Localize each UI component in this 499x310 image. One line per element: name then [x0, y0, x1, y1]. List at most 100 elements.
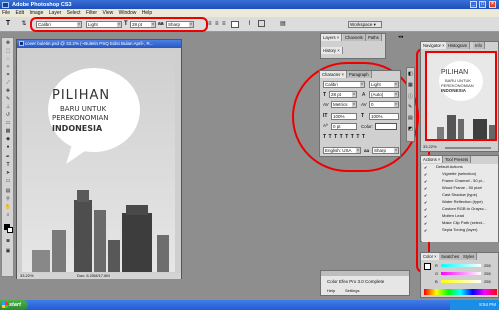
- marquee-tool-icon[interactable]: ⬚: [4, 48, 12, 55]
- brushes-dock-icon[interactable]: ✎: [408, 104, 412, 110]
- tab-paragraph[interactable]: Paragraph: [347, 71, 372, 78]
- pen-tool-icon[interactable]: ✒: [4, 154, 12, 161]
- history-brush-tool-icon[interactable]: ↺: [4, 112, 12, 119]
- color-efex-settings[interactable]: Settings: [345, 288, 359, 293]
- tab-paths[interactable]: Paths: [366, 34, 382, 41]
- type-tool-icon[interactable]: T: [4, 162, 12, 169]
- char-tracking-select[interactable]: 0 ▾: [369, 101, 399, 108]
- color-efex-titlebar[interactable]: [321, 271, 409, 276]
- menu-view[interactable]: View: [100, 9, 115, 16]
- align-left-icon[interactable]: ≡: [208, 21, 212, 27]
- action-item[interactable]: Vignette (selection): [442, 171, 476, 177]
- shape-tool-icon[interactable]: ▭: [4, 178, 12, 185]
- font-style-select[interactable]: Light ▾: [86, 21, 122, 28]
- info-dock-icon[interactable]: ⓘ: [408, 93, 413, 100]
- document-canvas[interactable]: PILIHAN BARU UNTUK PEREKONOMIAN INDONESI…: [22, 50, 175, 272]
- tab-styles[interactable]: Styles: [461, 253, 478, 260]
- channels-dock-icon[interactable]: ◩: [408, 126, 413, 132]
- action-item[interactable]: Cast Shadow (type): [442, 192, 477, 198]
- dodge-tool-icon[interactable]: ●: [4, 144, 12, 151]
- orientation-toggle-icon[interactable]: ⇅: [19, 20, 29, 28]
- tab-color[interactable]: Color ×: [421, 253, 440, 260]
- checkmark-icon[interactable]: ✔: [424, 221, 427, 226]
- font-size-select[interactable]: 28 pt ▾: [130, 21, 156, 28]
- navigator-thumbnail[interactable]: PILIHAN BARU UNTUK PEREKONOMIAN INDONESI…: [425, 51, 497, 141]
- tab-layers[interactable]: Layers ×: [321, 34, 343, 41]
- color-r-slider[interactable]: [441, 264, 481, 267]
- font-family-select[interactable]: Calibri ▾: [36, 21, 82, 28]
- path-select-tool-icon[interactable]: ➤: [4, 170, 12, 177]
- color-g-slider[interactable]: [441, 272, 481, 275]
- tab-tool-presets[interactable]: Tool Presets: [443, 156, 472, 163]
- char-color-swatch[interactable]: [375, 123, 397, 130]
- color-b-value[interactable]: 255: [484, 279, 491, 284]
- menu-image[interactable]: Image: [27, 9, 45, 16]
- char-leading-select[interactable]: (Auto) ▾: [369, 91, 399, 98]
- align-right-icon[interactable]: ≡: [222, 21, 226, 27]
- char-hscale-field[interactable]: 100%: [369, 113, 399, 120]
- checkmark-icon[interactable]: ✔: [424, 200, 427, 205]
- menu-window[interactable]: Window: [117, 9, 139, 16]
- char-font-style-select[interactable]: Light ▾: [369, 81, 399, 88]
- action-item[interactable]: Make Clip Path (select...: [442, 220, 485, 226]
- navigator-zoom[interactable]: 33.22%: [423, 144, 437, 149]
- minimize-button[interactable]: _: [470, 1, 477, 8]
- menu-file[interactable]: File: [0, 9, 12, 16]
- type-style-buttons[interactable]: TTTTTTTT: [323, 134, 399, 142]
- gradient-tool-icon[interactable]: ▦: [4, 128, 12, 135]
- char-vscale-field[interactable]: 100%: [331, 113, 357, 120]
- action-item[interactable]: Water Reflection (type): [442, 199, 483, 205]
- type-tool-icon[interactable]: T: [3, 20, 13, 28]
- stamp-tool-icon[interactable]: ⊥: [4, 104, 12, 111]
- menu-filter[interactable]: Filter: [84, 9, 99, 16]
- color-efex-help[interactable]: Help: [327, 288, 335, 293]
- close-button[interactable]: ×: [489, 1, 496, 8]
- layers-dock-icon[interactable]: ▤: [408, 115, 413, 121]
- checkmark-icon[interactable]: ✔: [424, 207, 427, 212]
- tab-history[interactable]: History ×: [321, 47, 343, 54]
- tab-swatches[interactable]: Swatches: [439, 253, 463, 260]
- char-font-family-select[interactable]: Calibri ▾: [323, 81, 365, 88]
- action-item[interactable]: Frame Channel - 50 pi...: [442, 178, 485, 184]
- color-swatch-fg[interactable]: [424, 263, 431, 270]
- tab-navigator[interactable]: Navigator ×: [421, 42, 448, 49]
- blur-tool-icon[interactable]: ◆: [4, 136, 12, 143]
- antialias-select[interactable]: Sharp ▾: [166, 21, 194, 28]
- align-center-icon[interactable]: ≡: [215, 21, 219, 27]
- panel-collapse-icon[interactable]: ◂◂: [398, 34, 403, 40]
- eyedropper-tool-icon[interactable]: ⚲: [4, 196, 12, 203]
- action-item[interactable]: Sepia Toning (layer): [442, 227, 478, 233]
- menu-select[interactable]: Select: [65, 9, 83, 16]
- hand-tool-icon[interactable]: ✋: [4, 204, 12, 211]
- char-size-select[interactable]: 28 pt ▾: [329, 91, 357, 98]
- checkmark-icon[interactable]: ✔: [424, 214, 427, 219]
- tab-character[interactable]: Character ×: [320, 71, 347, 78]
- tab-channels[interactable]: Channels: [343, 34, 366, 41]
- color-r-value[interactable]: 255: [484, 263, 491, 268]
- color-b-slider[interactable]: [441, 280, 481, 283]
- histogram-dock-icon[interactable]: ▦: [408, 82, 413, 88]
- background-color-swatch[interactable]: [7, 227, 13, 233]
- checkmark-icon[interactable]: ✔: [424, 172, 427, 177]
- bridge-icon[interactable]: ▤: [280, 20, 286, 27]
- brush-tool-icon[interactable]: ✎: [4, 96, 12, 103]
- notes-tool-icon[interactable]: ▤: [4, 188, 12, 195]
- lasso-tool-icon[interactable]: ◌: [4, 56, 12, 63]
- quick-mask-icon[interactable]: ◙: [4, 238, 12, 245]
- char-kerning-select[interactable]: Metrics ▾: [331, 101, 357, 108]
- action-item[interactable]: Molten Lead: [442, 213, 464, 219]
- eraser-tool-icon[interactable]: ▭: [4, 120, 12, 127]
- color-g-value[interactable]: 255: [484, 271, 491, 276]
- workspace-select[interactable]: Workspace ▾: [348, 21, 382, 28]
- char-antialias-select[interactable]: Sharp ▾: [372, 147, 399, 154]
- screen-mode-icon[interactable]: ▣: [4, 248, 12, 255]
- zoom-level[interactable]: 33.22%: [20, 273, 34, 279]
- move-tool-icon[interactable]: ✥: [4, 40, 12, 47]
- action-set[interactable]: Default Actions: [436, 164, 463, 170]
- action-item[interactable]: Custom RGB to Graysc...: [442, 206, 487, 212]
- navigator-dock-icon[interactable]: ◧: [408, 71, 413, 77]
- menu-edit[interactable]: Edit: [13, 9, 26, 16]
- checkmark-icon[interactable]: ✔: [424, 179, 427, 184]
- navigator-zoom-slider[interactable]: [445, 147, 491, 149]
- magic-wand-tool-icon[interactable]: ✧: [4, 64, 12, 71]
